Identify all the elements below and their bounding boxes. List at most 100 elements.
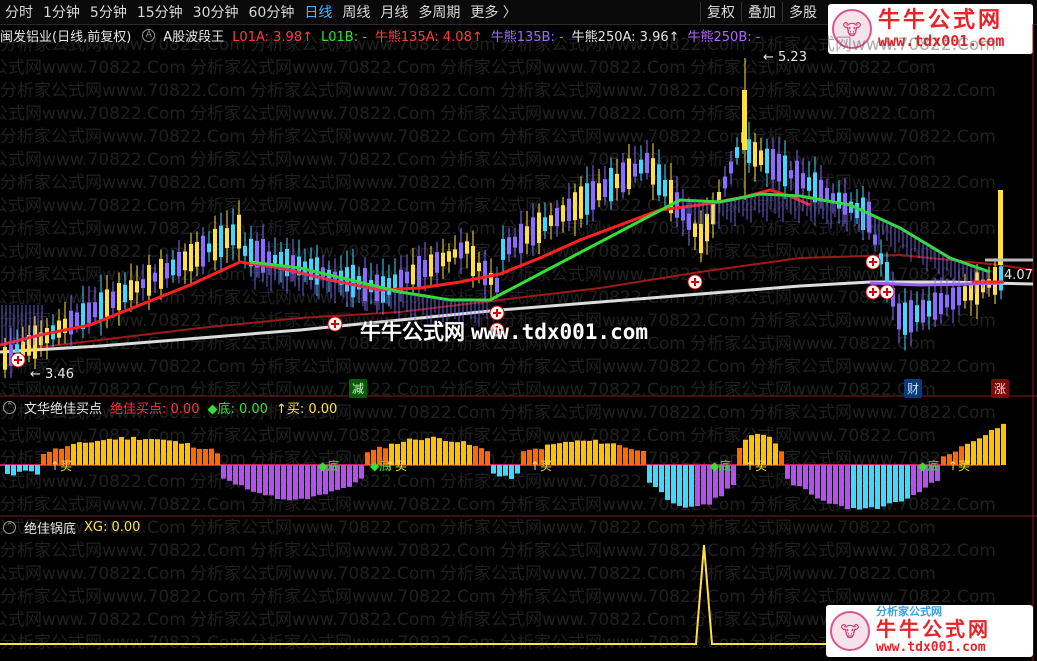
- panel2-tag-buy: ↑买: [385, 459, 408, 473]
- candle-body: [387, 278, 391, 295]
- main-legend-item-0: L01A: 3.98↑: [232, 29, 313, 45]
- panel2-bar: [227, 465, 232, 481]
- main-legend-item-2: 牛熊135A: 4.08↑: [374, 29, 483, 45]
- candle-body: [789, 170, 793, 179]
- panel2-bar: [797, 465, 802, 487]
- panel2-bar: [107, 438, 112, 465]
- price-high-value: 5.23: [778, 50, 807, 65]
- candle-body: [945, 294, 949, 308]
- panel2-bar: [731, 465, 736, 486]
- candle-body: [213, 228, 217, 261]
- panel3-collapse-icon[interactable]: ⌃: [3, 520, 16, 534]
- panel2-bar: [791, 465, 796, 486]
- panel2-bar: [179, 443, 184, 465]
- panel2-legend-item-1: ◆底: 0.00: [207, 401, 268, 417]
- candle-body: [957, 286, 961, 306]
- marker-zhang[interactable]: 涨: [991, 379, 1010, 398]
- indicator-settings-icon[interactable]: A: [142, 28, 156, 42]
- panel2-bar: [353, 465, 358, 483]
- panel2-bar: [41, 453, 46, 465]
- panel2-bar: [113, 439, 118, 465]
- cow-icon: 🐮: [830, 611, 870, 651]
- candle-body: [93, 302, 97, 318]
- price-low-label: ← 3.46: [30, 367, 74, 382]
- candle-body: [921, 299, 925, 323]
- candle-body: [753, 142, 757, 167]
- panel2-bar: [905, 465, 910, 499]
- panel2-bar: [221, 465, 226, 479]
- logo2-url: www.tdx001.com: [876, 640, 986, 656]
- candle-body: [621, 162, 625, 193]
- panel2-bar: [311, 465, 316, 497]
- candle-body: [609, 167, 613, 202]
- panel2-bar: [137, 439, 142, 465]
- panel2-bar: [101, 440, 106, 465]
- panel2-bar: [899, 465, 904, 502]
- candle-body: [183, 251, 187, 271]
- panel2-bar: [77, 442, 82, 465]
- candle-body: [525, 226, 529, 244]
- panel2-bar: [245, 465, 250, 490]
- panel2-legend-item-0: 绝佳买点: 0.00: [110, 401, 200, 417]
- panel2-bar: [275, 465, 280, 499]
- panel2-name[interactable]: 文华绝佳买点: [24, 398, 102, 417]
- panel2-bar: [215, 453, 220, 465]
- main-legend-item-5: 牛熊250B: -: [687, 29, 761, 45]
- panel2-bar: [155, 439, 160, 465]
- candle-body: [729, 161, 733, 174]
- panel2-bar: [347, 465, 352, 487]
- candle-body: [429, 254, 433, 277]
- candle-body: [933, 292, 937, 320]
- candle-body: [501, 238, 505, 260]
- candle-body: [273, 254, 277, 264]
- candle-body: [471, 245, 475, 277]
- candle-body: [759, 150, 763, 165]
- panel2-bar: [509, 465, 514, 479]
- candle-body: [645, 152, 649, 174]
- candle-body: [99, 292, 103, 321]
- panel2-bar: [251, 465, 256, 492]
- candle-body: [129, 280, 133, 301]
- panel2-bar: [437, 438, 442, 465]
- stock-name[interactable]: 闽发铝业(日线,前复权): [0, 26, 131, 45]
- panel2-bar: [995, 428, 1000, 465]
- panel2-bar: [425, 438, 430, 465]
- panel2-bar: [35, 465, 40, 475]
- panel2-bar: [575, 440, 580, 465]
- panel2-bar: [659, 465, 664, 493]
- panel2-tag-buy: ↑买: [745, 459, 768, 473]
- candle-body: [147, 265, 151, 296]
- panel2-bar: [773, 443, 778, 465]
- candle-body: [801, 173, 805, 189]
- marker-jian[interactable]: 减: [349, 379, 368, 398]
- candle-body: [411, 264, 415, 285]
- candle-body: [909, 300, 913, 333]
- candle-body: [561, 205, 565, 222]
- panel2-bar: [641, 450, 646, 465]
- candle-body: [105, 289, 109, 317]
- panel2-bar: [257, 465, 262, 494]
- panel2-bar: [857, 465, 862, 510]
- panel3-name[interactable]: 绝佳锅底: [24, 518, 76, 537]
- panel2-bar: [683, 465, 688, 508]
- candle-body: [45, 327, 49, 344]
- candle-body: [663, 179, 667, 197]
- candle-body: [825, 187, 829, 201]
- candle-body: [513, 236, 517, 248]
- marker-cai[interactable]: 财: [904, 379, 923, 398]
- candle-body: [117, 283, 121, 311]
- panel2-bar: [191, 447, 196, 465]
- panel2-bar: [305, 465, 310, 500]
- panel2-bar: [281, 465, 286, 500]
- panel2-collapse-icon[interactable]: ⌃: [3, 400, 16, 414]
- panel2-bar: [983, 435, 988, 465]
- price-last-value: 4.07: [1004, 268, 1033, 283]
- candle-body: [237, 214, 241, 249]
- panel2-tag-buy: ↑买: [948, 459, 971, 473]
- candle-body: [477, 262, 481, 272]
- panel2-bar: [839, 465, 844, 506]
- indicator-name[interactable]: A股波段王: [163, 26, 224, 45]
- candle-body: [777, 153, 781, 182]
- center-watermark-url: www.tdx001.com: [471, 320, 649, 344]
- candle-body: [615, 173, 619, 189]
